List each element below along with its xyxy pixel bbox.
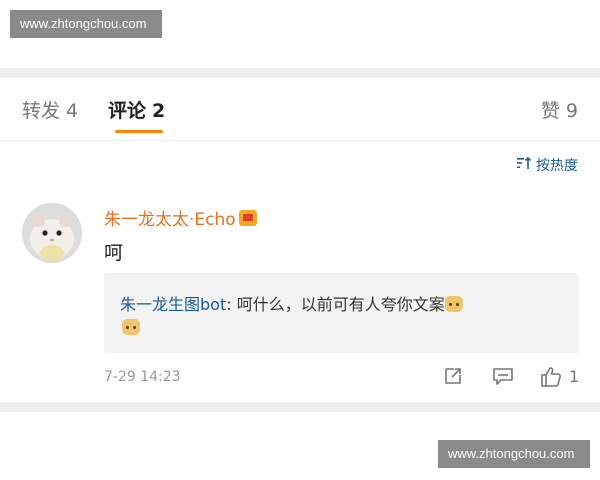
tab-repost-label: 转发 <box>22 100 61 122</box>
reply-text: 呵什么，以前可有人夸你文案 <box>236 295 445 314</box>
active-tab-indicator <box>115 130 163 133</box>
vip-badge-icon <box>238 210 257 226</box>
sort-by-heat-button[interactable]: 按热度 <box>516 155 578 175</box>
sort-label: 按热度 <box>536 158 578 174</box>
tab-like[interactable]: 赞9 <box>541 96 578 123</box>
like-count: 1 <box>569 367 580 386</box>
section-divider <box>0 68 600 78</box>
watermark-top: www.zhtongchou.com <box>10 10 162 38</box>
sort-icon <box>516 156 532 174</box>
like-icon[interactable] <box>540 366 562 392</box>
avatar[interactable] <box>22 203 82 263</box>
reply-username[interactable]: 朱一龙生图bot <box>120 295 226 314</box>
tab-repost[interactable]: 转发 4 <box>22 96 78 123</box>
tab-like-label: 赞 <box>540 100 560 122</box>
comment-icon[interactable] <box>492 366 514 390</box>
watermark-bottom: www.zhtongchou.com <box>438 440 590 468</box>
section-divider <box>0 402 600 412</box>
share-icon[interactable] <box>443 366 463 390</box>
reply-separator: : <box>226 295 237 314</box>
tab-bar: 转发 4 评论 2 赞9 <box>0 78 600 141</box>
tab-comment-count: 2 <box>152 100 166 122</box>
username-text: 朱一龙太太·Echo <box>104 210 236 230</box>
reply-line: 朱一龙生图bot: 呵什么，以前可有人夸你文案 <box>120 291 463 315</box>
comment-text: 呵 <box>104 242 124 264</box>
tab-like-count: 9 <box>565 100 578 122</box>
cat-emoji-icon <box>444 296 463 312</box>
comment-username[interactable]: 朱一龙太太·Echo <box>104 205 257 230</box>
comment-timestamp: 7-29 14:23 <box>104 369 181 385</box>
tab-repost-count: 4 <box>66 100 79 122</box>
tab-comment-label: 评论 <box>108 100 147 122</box>
tab-comment[interactable]: 评论 2 <box>108 96 165 123</box>
cat-emoji-icon <box>122 319 140 335</box>
reply-box[interactable]: 朱一龙生图bot: 呵什么，以前可有人夸你文案 <box>104 273 579 353</box>
